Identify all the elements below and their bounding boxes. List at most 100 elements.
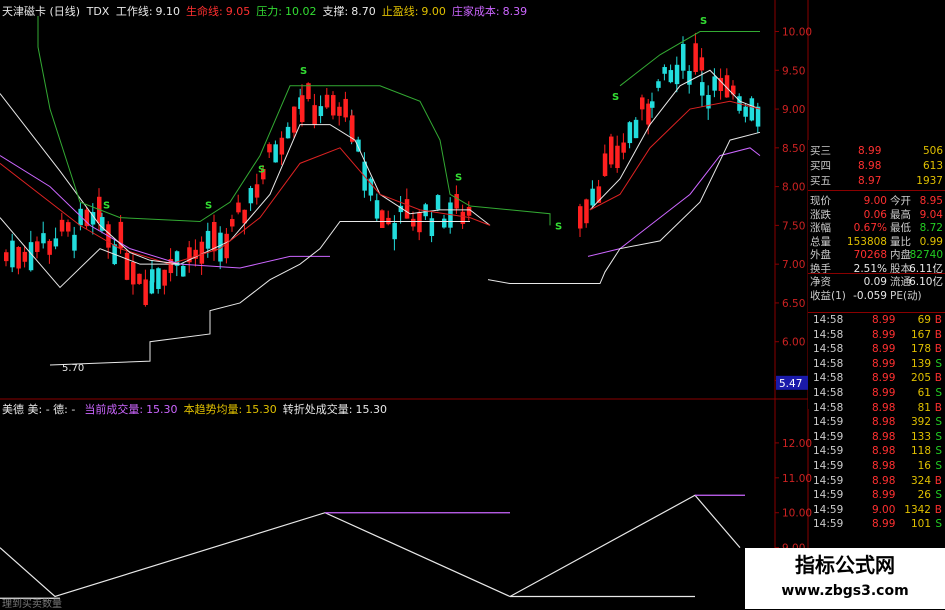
stat-row: 总量 153808 量比 0.99 xyxy=(808,235,945,249)
candle-body xyxy=(466,207,472,216)
tick-row: 14:58 8.99 178 B xyxy=(808,342,945,357)
candle-body xyxy=(124,252,130,280)
order-price: 8.99 xyxy=(858,145,882,157)
tick-row: 14:59 8.98 133 S xyxy=(808,430,945,445)
candle-body xyxy=(699,57,705,71)
tick-flag: B xyxy=(934,343,942,356)
sub-header-value: 15.30 xyxy=(146,403,178,416)
candle-body xyxy=(285,126,291,139)
candle-body xyxy=(22,251,28,262)
header-value: 8.70 xyxy=(351,5,376,18)
order-label: 买四 xyxy=(810,160,831,172)
stat-value-2: 8.72 xyxy=(919,222,943,234)
tick-row: 14:59 8.98 324 B xyxy=(808,474,945,489)
candle-body xyxy=(640,97,645,110)
candle-body xyxy=(324,94,330,108)
stat-label-2: PE(动) xyxy=(890,289,922,302)
tick-row: 14:59 9.00 1342 B xyxy=(808,503,945,518)
candle-body xyxy=(650,101,655,108)
candle-body xyxy=(312,105,317,126)
candle-body xyxy=(53,238,59,247)
tick-volume: 1342 xyxy=(904,503,931,516)
tick-flag: S xyxy=(935,489,942,502)
signal-s-label: S xyxy=(555,221,562,232)
tick-flag: B xyxy=(934,328,942,341)
signal-s-label: S xyxy=(300,66,307,77)
tick-flag: S xyxy=(935,416,942,429)
header-label: 庄家成本: xyxy=(451,5,500,18)
candle-body xyxy=(4,252,9,262)
signal-s-label: S xyxy=(205,200,212,211)
chart-canvas: 10.009.509.008.508.007.507.006.506.005.5… xyxy=(0,0,812,609)
stat-value: 0.09 xyxy=(863,276,887,288)
candle-body xyxy=(615,145,620,169)
header-item: 生命线: 9.05 xyxy=(186,5,253,18)
tick-price: 8.99 xyxy=(872,328,896,341)
tick-row: 14:59 8.98 118 S xyxy=(808,444,945,459)
y-tick-label: 6.50 xyxy=(782,298,805,310)
candle-body xyxy=(212,222,217,252)
signal-s-label: S xyxy=(258,165,265,176)
order-price: 8.98 xyxy=(858,160,882,172)
candle-body xyxy=(267,144,272,153)
tick-price: 8.98 xyxy=(872,460,896,472)
tick-time: 14:59 xyxy=(813,474,844,487)
tick-row: 14:58 8.99 167 B xyxy=(808,328,945,343)
candle-body xyxy=(131,262,136,285)
stat-label: 总量 xyxy=(810,235,831,248)
header-item: 工作线: 9.10 xyxy=(116,5,183,18)
candle-body xyxy=(743,106,748,117)
header-value: 8.39 xyxy=(502,5,528,18)
y-tick-label: 9.00 xyxy=(782,104,805,116)
tick-volume: 324 xyxy=(910,474,931,487)
candle-body xyxy=(411,218,416,227)
sub-header-value: 15.30 xyxy=(245,403,277,416)
candle-body xyxy=(273,144,278,163)
header-item: 压力: 10.02 xyxy=(256,5,319,18)
header-label: 工作线: xyxy=(115,5,153,18)
tick-time: 14:58 xyxy=(813,314,844,326)
header-value: 9.10 xyxy=(155,5,181,18)
y-tick-label: 8.50 xyxy=(782,143,805,155)
support-line xyxy=(49,221,470,366)
candle-body xyxy=(602,153,608,176)
panel-divider xyxy=(808,190,945,191)
tick-time: 14:58 xyxy=(813,328,844,341)
watermark-url: www.zbgs3.com xyxy=(781,583,909,599)
tick-row: 14:59 8.99 101 S xyxy=(808,517,945,532)
candle-body xyxy=(454,194,459,209)
tick-price: 8.99 xyxy=(872,314,896,326)
tick-row: 14:59 8.98 16 S xyxy=(808,459,945,474)
stat-value: 0.67% xyxy=(853,222,887,234)
avg-line xyxy=(0,93,181,265)
candle-body xyxy=(712,76,717,91)
tick-price: 8.99 xyxy=(872,343,896,356)
tick-flag: B xyxy=(934,474,942,487)
candle-body xyxy=(681,43,686,71)
tick-flag: S xyxy=(935,460,942,472)
stat-row: 现价 9.00 今开 8.95 xyxy=(808,194,945,208)
tick-price: 8.99 xyxy=(872,489,896,502)
order-row: 买四 8.98 613 xyxy=(808,159,945,173)
candle-body xyxy=(343,98,348,118)
tick-time: 14:58 xyxy=(813,387,844,399)
candle-body xyxy=(356,139,361,152)
stat-value-2: 82740 xyxy=(909,249,943,261)
order-price: 8.97 xyxy=(858,175,882,187)
candle-body xyxy=(156,268,161,289)
stat-label-2: 量比 xyxy=(890,235,911,248)
candle-body xyxy=(224,233,229,259)
y-tick-label: 6.00 xyxy=(782,337,805,349)
cost-line-right xyxy=(587,147,761,257)
sub-header-item: 当前成交量: 15.30 xyxy=(84,403,180,416)
candle-body xyxy=(435,195,441,210)
stat-label: 净资 xyxy=(810,276,831,288)
tick-price: 8.98 xyxy=(872,430,896,443)
candle-body xyxy=(374,200,380,219)
candle-body xyxy=(668,70,674,83)
order-label: 买三 xyxy=(810,145,831,157)
stat-label: 收益(1) xyxy=(810,289,846,302)
candle-body xyxy=(181,265,186,277)
header-item: 庄家成本: 8.39 xyxy=(452,5,530,18)
header-item: 止盈线: 9.00 xyxy=(382,5,449,18)
